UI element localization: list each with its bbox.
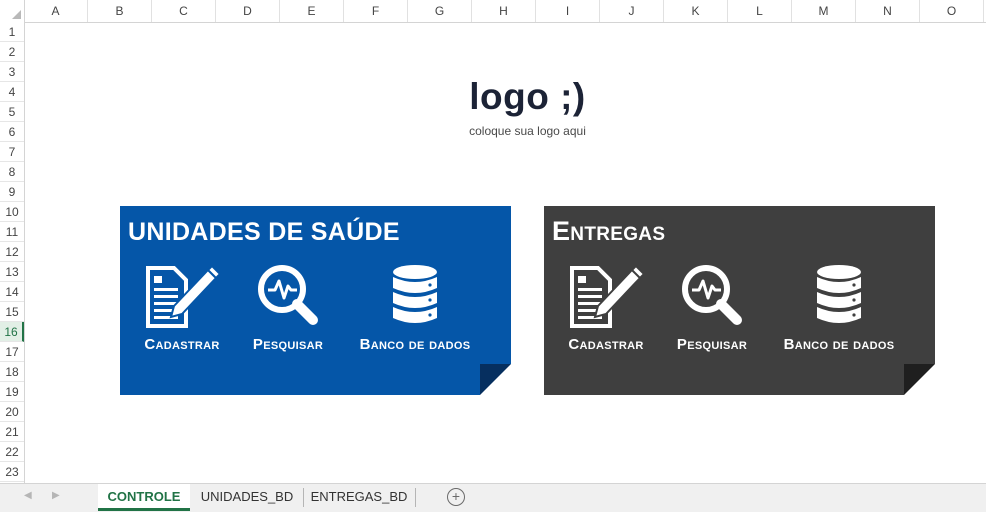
database-icon	[817, 265, 861, 323]
column-header-j[interactable]: J	[600, 0, 664, 22]
banco-de-dados-entregas-button[interactable]: Banco de dados	[766, 262, 912, 353]
column-header-h[interactable]: H	[472, 0, 536, 22]
tab-separator	[415, 488, 416, 507]
row-header[interactable]: 13	[0, 262, 24, 282]
logo-caption: coloque sua logo aqui	[469, 124, 586, 138]
row-header[interactable]: 10	[0, 202, 24, 222]
register-form-icon	[146, 264, 220, 328]
row-header[interactable]: 1	[0, 22, 24, 42]
column-header-e[interactable]: E	[280, 0, 344, 22]
row-header-selected[interactable]: 16	[0, 322, 24, 342]
column-header-k[interactable]: K	[664, 0, 728, 22]
panel-entregas: Entregas Cadastrar Pesquisar Banco de da…	[544, 206, 935, 395]
row-header[interactable]: 2	[0, 42, 24, 62]
logo-text: logo ;)	[469, 76, 586, 117]
column-header-b[interactable]: B	[88, 0, 152, 22]
register-form-icon	[570, 264, 644, 328]
panel-title: Entregas	[552, 216, 666, 246]
search-analytics-icon	[258, 265, 318, 325]
database-icon	[393, 265, 437, 323]
action-label: Pesquisar	[676, 336, 748, 353]
row-header[interactable]: 18	[0, 362, 24, 382]
action-label: Cadastrar	[568, 336, 644, 353]
row-header[interactable]: 14	[0, 282, 24, 302]
row-header[interactable]: 6	[0, 122, 24, 142]
page-curl-decoration	[480, 364, 511, 395]
row-header[interactable]: 4	[0, 82, 24, 102]
row-header[interactable]: 20	[0, 402, 24, 422]
action-label: Cadastrar	[144, 336, 220, 353]
column-header-a[interactable]: A	[24, 0, 88, 22]
column-header-l[interactable]: L	[728, 0, 792, 22]
row-header[interactable]: 3	[0, 62, 24, 82]
action-label: Banco de dados	[359, 336, 471, 353]
page-curl-decoration	[904, 364, 935, 395]
row-header[interactable]: 11	[0, 222, 24, 242]
row-header[interactable]: 21	[0, 422, 24, 442]
scroll-tabs-left-icon[interactable]: ◀	[24, 490, 32, 501]
cadastrar-entregas-button[interactable]: Cadastrar	[556, 262, 656, 353]
banco-de-dados-unidades-button[interactable]: Banco de dados	[342, 262, 488, 353]
row-header-bar: 1 2 3 4 5 6 7 8 9 10 11 12 13 14 15 16 1…	[0, 22, 25, 483]
column-header-f[interactable]: F	[344, 0, 408, 22]
row-header[interactable]: 12	[0, 242, 24, 262]
sheet-tab-unidades-bd[interactable]: UNIDADES_BD	[192, 484, 302, 511]
pesquisar-entregas-button[interactable]: Pesquisar	[662, 262, 762, 353]
pesquisar-unidades-button[interactable]: Pesquisar	[238, 262, 338, 353]
column-header-bar: A B C D E F G H I J K L M N O	[0, 0, 986, 23]
sheet-tab-controle[interactable]: CONTROLE	[98, 484, 190, 511]
sheet-tab-entregas-bd[interactable]: ENTREGAS_BD	[304, 484, 414, 511]
column-header-g[interactable]: G	[408, 0, 472, 22]
panel-unidades-de-saude: UNIDADES DE SAÚDE Cadastrar Pesquisar Ba…	[120, 206, 511, 395]
row-header[interactable]: 9	[0, 182, 24, 202]
row-header[interactable]: 15	[0, 302, 24, 322]
add-sheet-button[interactable]: +	[447, 488, 465, 506]
scroll-tabs-right-icon[interactable]: ▶	[52, 490, 60, 501]
column-header-o[interactable]: O	[920, 0, 984, 22]
select-all-corner[interactable]	[0, 0, 25, 22]
column-header-d[interactable]: D	[216, 0, 280, 22]
action-label: Pesquisar	[252, 336, 324, 353]
column-header-m[interactable]: M	[792, 0, 856, 22]
row-header[interactable]: 23	[0, 462, 24, 482]
sheet-tab-bar: ◀ ▶ CONTROLE UNIDADES_BD ENTREGAS_BD +	[0, 483, 986, 512]
search-analytics-icon	[682, 265, 742, 325]
panel-title: UNIDADES DE SAÚDE	[128, 218, 400, 246]
column-header-n[interactable]: N	[856, 0, 920, 22]
row-header[interactable]: 19	[0, 382, 24, 402]
cadastrar-unidades-button[interactable]: Cadastrar	[132, 262, 232, 353]
row-header[interactable]: 5	[0, 102, 24, 122]
row-header[interactable]: 22	[0, 442, 24, 462]
column-header-i[interactable]: I	[536, 0, 600, 22]
row-header[interactable]: 7	[0, 142, 24, 162]
row-header[interactable]: 17	[0, 342, 24, 362]
column-header-c[interactable]: C	[152, 0, 216, 22]
action-label: Banco de dados	[783, 336, 895, 353]
row-header[interactable]: 8	[0, 162, 24, 182]
